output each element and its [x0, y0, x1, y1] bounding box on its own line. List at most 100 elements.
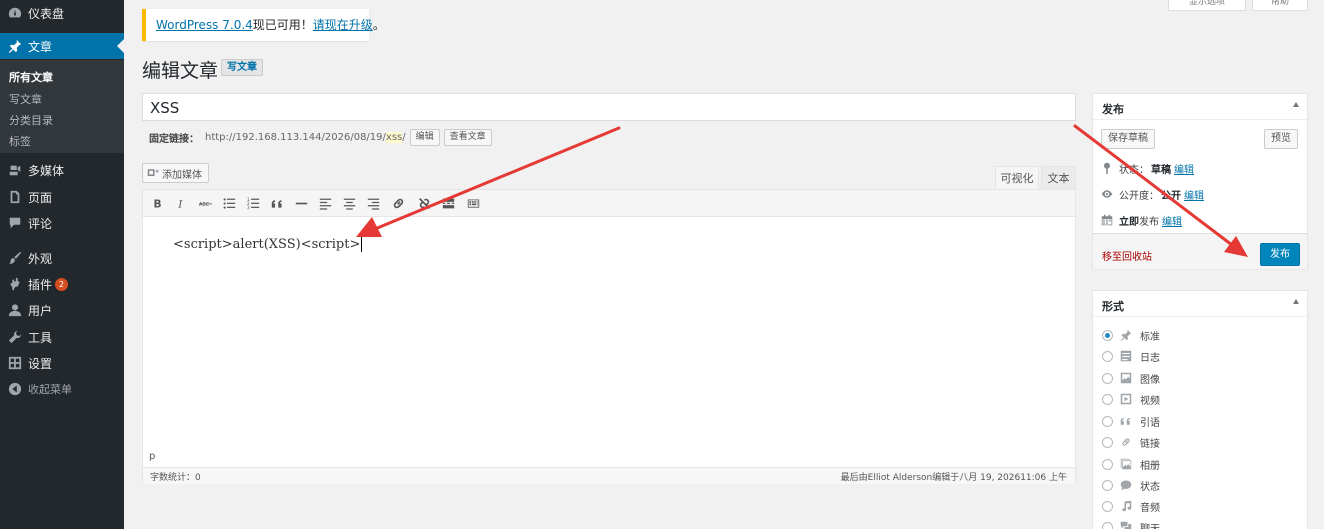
- submenu-all-posts[interactable]: 所有文章: [9, 69, 53, 85]
- add-new-post-button[interactable]: 写文章: [221, 59, 263, 76]
- sidebar-item-label: 收起菜单: [28, 383, 72, 396]
- element-path[interactable]: p: [149, 451, 155, 462]
- collapse-toggle-icon[interactable]: [1293, 299, 1299, 304]
- tab-text[interactable]: 文本: [1041, 166, 1076, 189]
- align-right-icon[interactable]: [363, 194, 383, 212]
- format-option-status[interactable]: 状态: [1102, 478, 1160, 493]
- wordpress-version-link[interactable]: WordPress 7.0.4: [156, 18, 253, 32]
- sidebar-item-tools[interactable]: 工具: [0, 324, 124, 350]
- post-content-editor: B I ABC 123 <script>alert(XSS)<script> p…: [142, 189, 1076, 484]
- radio-button[interactable]: [1102, 372, 1113, 384]
- radio-button[interactable]: [1102, 329, 1113, 341]
- bulleted-list-icon[interactable]: [219, 194, 239, 212]
- wrench-icon: [0, 330, 28, 344]
- visibility-row: 公开度： 公开 编辑: [1101, 187, 1204, 202]
- format-option-video[interactable]: 视频: [1102, 392, 1160, 407]
- insert-link-icon[interactable]: [388, 194, 408, 212]
- page-icon: [0, 190, 28, 204]
- radio-button[interactable]: [1102, 350, 1113, 362]
- post-title-input[interactable]: XSS: [142, 93, 1076, 121]
- sidebar-item-users[interactable]: 用户: [0, 297, 124, 323]
- sidebar-item-label: 仪表盘: [28, 6, 65, 21]
- remove-link-icon[interactable]: [414, 194, 434, 212]
- horizontal-line-icon[interactable]: [291, 194, 311, 212]
- format-option-quote[interactable]: 引语: [1102, 414, 1160, 429]
- status-value: 草稿: [1151, 164, 1171, 176]
- posts-submenu: 所有文章 写文章 分类目录 标签: [0, 60, 124, 153]
- add-media-button[interactable]: 添加媒体: [142, 163, 209, 183]
- format-option-audio[interactable]: 音频: [1102, 499, 1160, 514]
- radio-button[interactable]: [1102, 479, 1113, 491]
- dashboard-icon: [0, 6, 28, 20]
- pin-icon: [1104, 162, 1110, 174]
- format-label: 标准: [1140, 331, 1160, 343]
- format-option-chat[interactable]: 聊天: [1102, 520, 1160, 529]
- format-option-standard[interactable]: 标准: [1102, 328, 1160, 343]
- edit-schedule-link[interactable]: 编辑: [1162, 213, 1182, 228]
- screen-options-tab[interactable]: 显示选项: [1168, 0, 1246, 11]
- update-count-badge: 2: [55, 277, 69, 291]
- notice-end: 。: [372, 18, 385, 32]
- permalink-slug[interactable]: xss: [385, 131, 403, 143]
- submenu-tags[interactable]: 标签: [9, 133, 31, 149]
- sidebar-item-comments[interactable]: 评论: [0, 210, 124, 236]
- submenu-new-post[interactable]: 写文章: [9, 91, 42, 107]
- sidebar-item-label: 插件: [28, 277, 53, 292]
- radio-button[interactable]: [1102, 415, 1113, 427]
- save-draft-button[interactable]: 保存草稿: [1101, 129, 1155, 149]
- preview-button[interactable]: 预览: [1264, 129, 1298, 149]
- sidebar-item-plugins[interactable]: 插件 2: [0, 271, 124, 297]
- format-box-header[interactable]: 形式: [1093, 291, 1307, 317]
- chat-icon: [1120, 521, 1132, 529]
- paintbrush-icon: [0, 251, 28, 265]
- editor-body[interactable]: <script>alert(XSS)<script>: [173, 237, 363, 252]
- page-title: 编辑文章: [142, 60, 219, 82]
- format-option-aside[interactable]: 日志: [1102, 349, 1160, 364]
- collapse-toggle-icon[interactable]: [1293, 102, 1299, 107]
- strikethrough-icon[interactable]: ABC: [195, 194, 215, 212]
- submenu-categories[interactable]: 分类目录: [9, 112, 53, 128]
- read-more-icon[interactable]: [438, 194, 458, 212]
- sidebar-item-dashboard[interactable]: 仪表盘: [0, 0, 124, 26]
- eye-icon: [1101, 190, 1113, 198]
- permalink-base-url[interactable]: http://192.168.113.144/2026/08/19/: [205, 132, 386, 143]
- radio-button[interactable]: [1102, 436, 1113, 448]
- sidebar-item-settings[interactable]: 设置: [0, 350, 124, 376]
- format-option-link[interactable]: 链接: [1102, 435, 1160, 450]
- publish-box-header[interactable]: 发布: [1093, 94, 1307, 120]
- collapse-menu-button[interactable]: 收起菜单: [0, 376, 124, 402]
- sidebar-item-pages[interactable]: 页面: [0, 184, 124, 210]
- sidebar-item-media[interactable]: 多媒体: [0, 157, 124, 183]
- quote-icon: [1120, 417, 1130, 425]
- align-left-icon[interactable]: [315, 194, 335, 212]
- update-now-link[interactable]: 请现在升级: [313, 18, 373, 32]
- view-post-button[interactable]: 查看文章: [443, 128, 492, 146]
- help-tab[interactable]: 帮助: [1252, 0, 1308, 11]
- permalink-bar: 固定链接： http://192.168.113.144/2026/08/19/…: [149, 128, 492, 146]
- video-icon: [1120, 393, 1132, 405]
- post-status-row: 状态： 草稿 编辑: [1101, 161, 1194, 176]
- audio-icon: [1122, 500, 1132, 512]
- publish-button[interactable]: 发布: [1260, 243, 1300, 266]
- edit-visibility-link[interactable]: 编辑: [1184, 187, 1204, 202]
- sidebar-item-appearance[interactable]: 外观: [0, 245, 124, 271]
- edit-permalink-button[interactable]: 编辑: [409, 128, 440, 146]
- align-center-icon[interactable]: [339, 194, 359, 212]
- blockquote-icon[interactable]: [267, 194, 287, 212]
- edit-status-link[interactable]: 编辑: [1174, 161, 1194, 176]
- toolbar-toggle-icon[interactable]: [463, 194, 483, 212]
- format-label: 状态: [1140, 481, 1160, 493]
- move-to-trash-link[interactable]: 移至回收站: [1102, 248, 1152, 263]
- radio-button[interactable]: [1102, 458, 1113, 470]
- tab-visual[interactable]: 可视化: [995, 166, 1039, 189]
- numbered-list-icon[interactable]: 123: [243, 194, 263, 212]
- sidebar-item-posts[interactable]: 文章: [0, 33, 124, 59]
- radio-button[interactable]: [1102, 521, 1113, 529]
- pushpin-icon: [0, 39, 28, 53]
- italic-icon[interactable]: I: [171, 194, 191, 212]
- format-option-image[interactable]: 图像: [1102, 371, 1160, 386]
- radio-button[interactable]: [1102, 393, 1113, 405]
- radio-button[interactable]: [1102, 500, 1113, 512]
- format-option-gallery[interactable]: 相册: [1102, 457, 1160, 472]
- bold-icon[interactable]: B: [147, 194, 167, 212]
